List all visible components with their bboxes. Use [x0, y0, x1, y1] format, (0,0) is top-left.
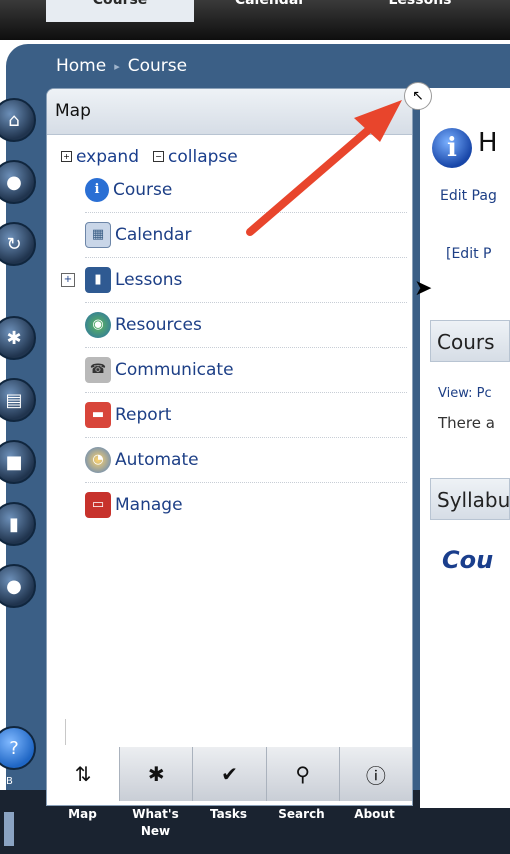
mouse-cursor-icon: ➤: [414, 276, 433, 301]
annotation-arrow: [246, 100, 402, 236]
arrow-shaft: [246, 116, 384, 236]
